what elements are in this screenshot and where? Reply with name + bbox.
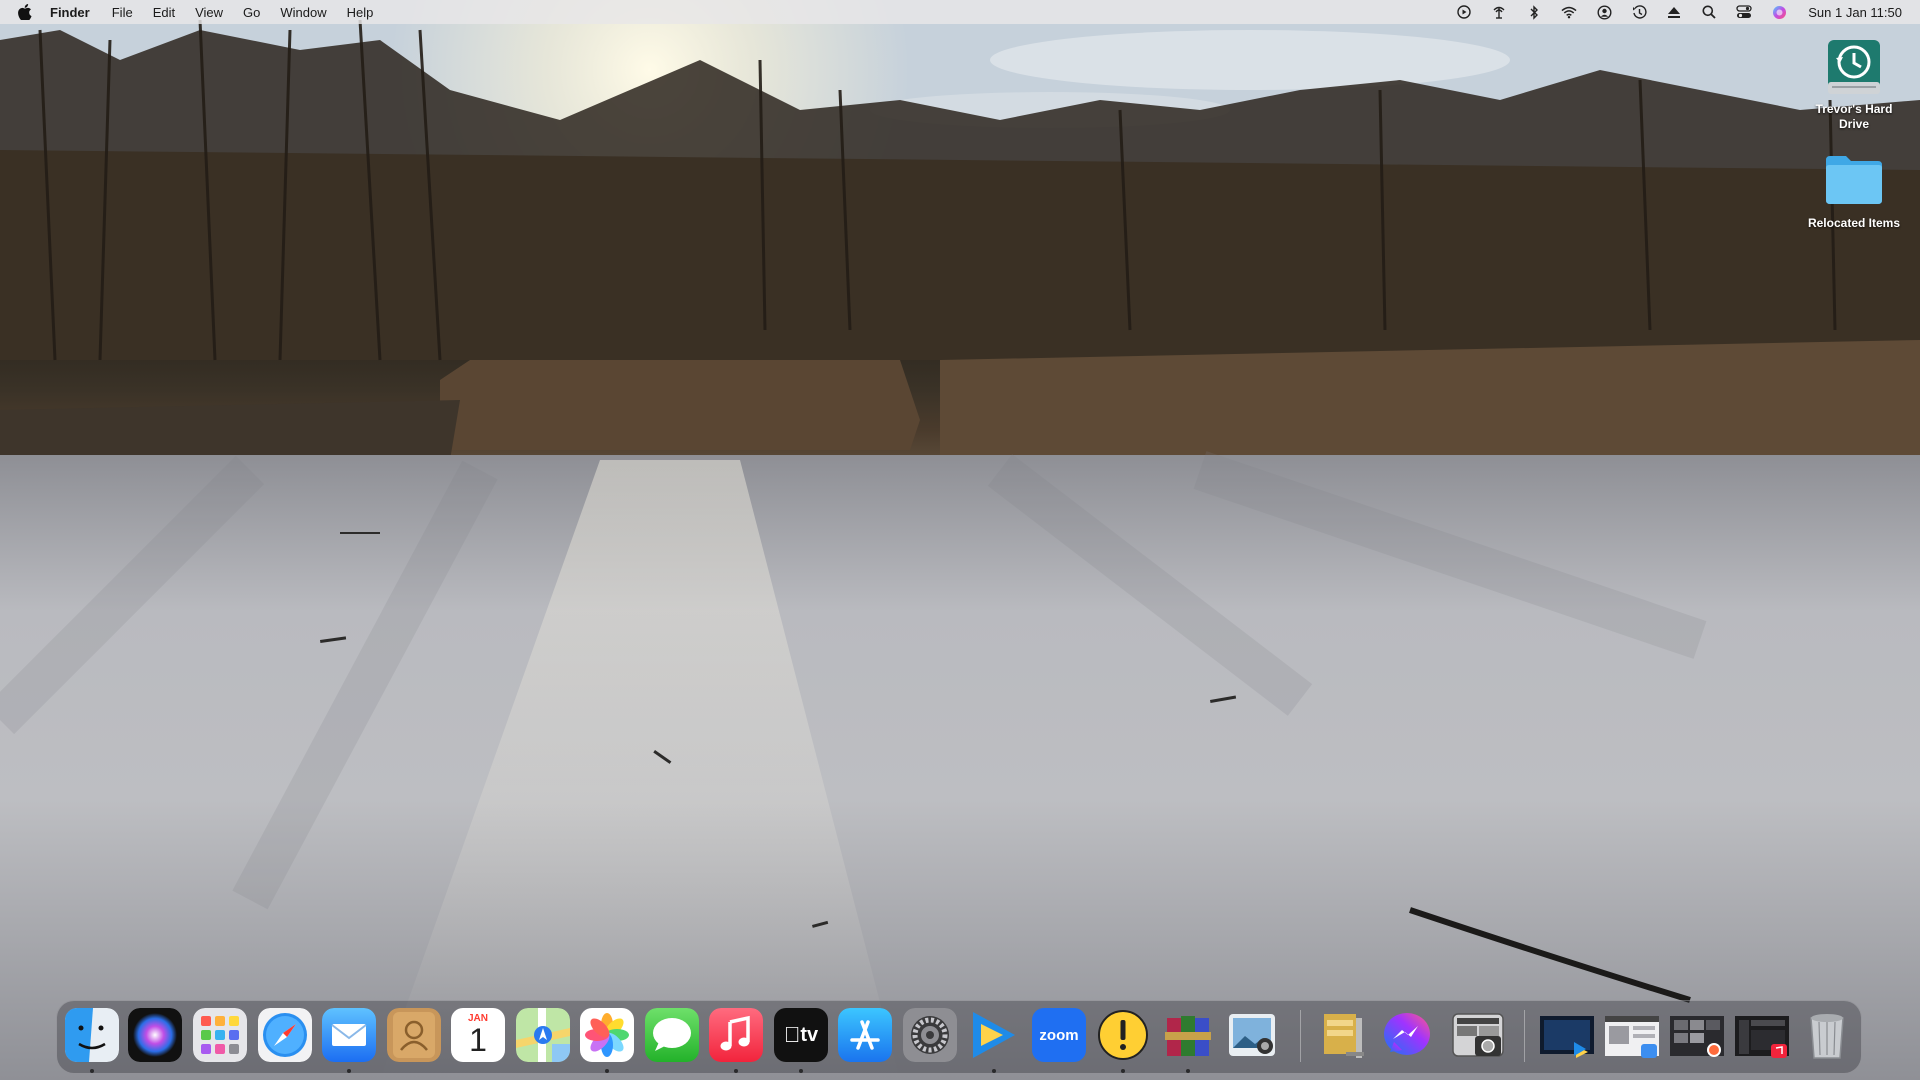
screenshot-icon [1452, 1013, 1504, 1057]
desktop-icon-relocated-items-label: Relocated Items [1807, 216, 1901, 230]
dock-launchpad[interactable] [193, 1008, 247, 1062]
siri-icon[interactable] [1771, 4, 1787, 20]
menu-edit[interactable]: Edit [153, 5, 175, 20]
wifi-icon[interactable] [1561, 4, 1577, 20]
warning-icon [1098, 1010, 1148, 1060]
photos-icon [585, 1013, 629, 1057]
tv-label: tv [792, 1023, 818, 1046]
messenger-icon [1384, 1013, 1430, 1055]
bluetooth-icon[interactable] [1526, 4, 1542, 20]
dock-trash[interactable] [1800, 1008, 1854, 1062]
window-thumbnail [1670, 1016, 1724, 1057]
dock-separator [1524, 1010, 1525, 1062]
dock-photos[interactable] [580, 1008, 634, 1062]
running-indicator [90, 1069, 94, 1073]
dock-safari[interactable] [258, 1008, 312, 1062]
wallpaper-scene [0, 0, 1920, 1080]
tv-apple-icon:  [784, 1022, 801, 1048]
desktop-icon-hard-drive-label: Trevor's Hard Drive [1815, 102, 1893, 131]
finder-icon [65, 1008, 119, 1062]
dock-siri[interactable] [128, 1008, 182, 1062]
dock-separator [1300, 1010, 1301, 1062]
time-machine-icon[interactable] [1631, 4, 1647, 20]
trash-icon [1810, 1014, 1844, 1059]
window-thumbnail [1540, 1016, 1594, 1058]
dock-minimized-window-1[interactable] [1540, 1008, 1594, 1062]
dock-console[interactable] [1096, 1008, 1150, 1062]
menu-bar-clock[interactable]: Sun 1 Jan 11:50 [1808, 5, 1902, 20]
archive-icon [1324, 1014, 1364, 1058]
dock-mail[interactable] [322, 1008, 376, 1062]
infuse-play-icon [973, 1012, 1015, 1058]
time-machine-drive-icon [1822, 36, 1886, 100]
app-store-icon [838, 1008, 892, 1062]
maps-icon [516, 1008, 570, 1062]
messages-icon [645, 1008, 699, 1062]
menu-window[interactable]: Window [280, 5, 326, 20]
dock-preview[interactable] [1225, 1008, 1279, 1062]
dock-messages[interactable] [645, 1008, 699, 1062]
dock-messenger[interactable] [1380, 1008, 1434, 1062]
control-center-icon[interactable] [1736, 4, 1752, 20]
running-indicator [1121, 1069, 1125, 1073]
dock-minimized-window-2[interactable] [1605, 1008, 1659, 1062]
siri-app-icon [128, 1008, 182, 1062]
gear-icon [903, 1008, 957, 1062]
preview-icon [1229, 1014, 1275, 1056]
desktop-icon-hard-drive[interactable]: Trevor's Hard Drive [1799, 36, 1909, 132]
menu-go[interactable]: Go [243, 5, 260, 20]
contacts-icon [387, 1008, 441, 1062]
dock-system-settings[interactable] [903, 1008, 957, 1062]
dock-calendar[interactable]: JAN 1 [451, 1008, 505, 1062]
airplay-icon[interactable] [1491, 4, 1507, 20]
window-thumbnail [1735, 1016, 1789, 1058]
apple-menu-icon[interactable] [16, 3, 34, 21]
safari-icon [258, 1008, 312, 1062]
user-account-icon[interactable] [1596, 4, 1612, 20]
winrar-books-icon [1165, 1016, 1211, 1056]
menu-view[interactable]: View [195, 5, 223, 20]
running-indicator [734, 1069, 738, 1073]
folder-icon [1822, 150, 1886, 214]
mail-icon [322, 1008, 376, 1062]
menu-bar-status-area: Sun 1 Jan 11:50 [1456, 0, 1902, 24]
spotlight-search-icon[interactable] [1701, 4, 1717, 20]
dock-music[interactable] [709, 1008, 763, 1062]
window-thumbnail [1605, 1016, 1659, 1058]
dock-archive-utility[interactable] [1316, 1008, 1370, 1062]
play-circle-icon[interactable] [1456, 4, 1472, 20]
desktop-icon-relocated-items[interactable]: Relocated Items [1799, 150, 1909, 231]
running-indicator [992, 1069, 996, 1073]
dock-winrar[interactable] [1161, 1008, 1215, 1062]
calendar-day: 1 [469, 1022, 487, 1058]
dock-infuse[interactable] [967, 1008, 1021, 1062]
desktop-wallpaper [0, 0, 1920, 1080]
dock-screenshot[interactable] [1451, 1008, 1505, 1062]
running-indicator [1186, 1069, 1190, 1073]
menu-bar: Finder File Edit View Go Window Help Sun… [0, 0, 1920, 24]
dock-minimized-window-3[interactable] [1670, 1008, 1724, 1062]
running-indicator [347, 1069, 351, 1073]
dock-finder[interactable] [65, 1008, 119, 1062]
running-indicator [799, 1069, 803, 1073]
menu-file[interactable]: File [112, 5, 133, 20]
dock-app-store[interactable] [838, 1008, 892, 1062]
running-indicator [605, 1069, 609, 1073]
dock-minimized-window-4[interactable] [1735, 1008, 1789, 1062]
dock-maps[interactable] [516, 1008, 570, 1062]
dock-contacts[interactable] [387, 1008, 441, 1062]
launchpad-icon [193, 1008, 247, 1062]
zoom-label: zoom [1039, 1026, 1079, 1044]
menu-help[interactable]: Help [347, 5, 374, 20]
dock-zoom[interactable]: zoom [1032, 1008, 1086, 1062]
menu-app-name[interactable]: Finder [50, 5, 90, 20]
eject-icon[interactable] [1666, 4, 1682, 20]
dock-tv[interactable]:  tv [774, 1008, 828, 1062]
music-icon [709, 1008, 763, 1062]
